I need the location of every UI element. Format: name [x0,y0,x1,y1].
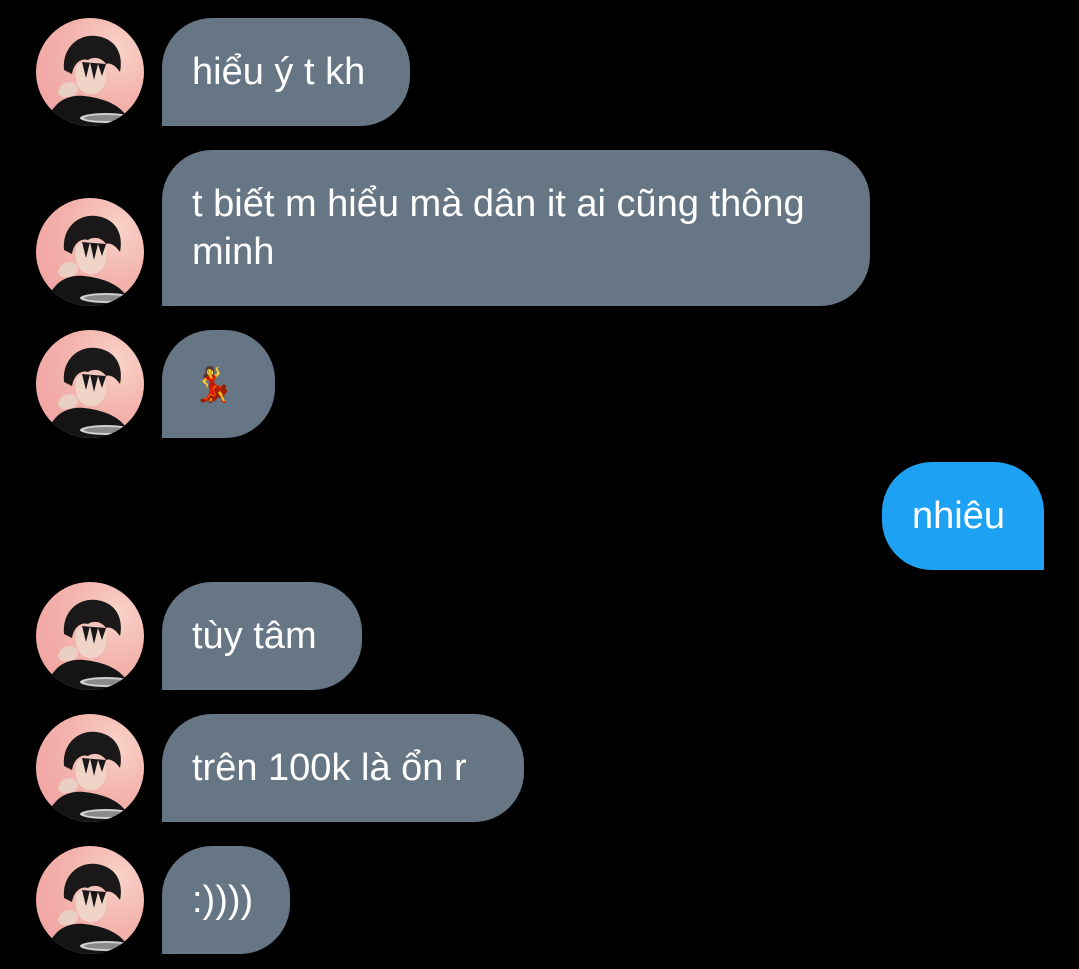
message-bubble-received[interactable]: hiểu ý t kh [162,18,410,126]
contact-avatar[interactable] [36,582,144,690]
message-bubble-received[interactable]: tùy tâm [162,582,362,690]
contact-avatar[interactable] [36,330,144,438]
message-bubble-received[interactable]: t biết m hiểu mà dân it ai cũng thông mi… [162,150,870,306]
message-text: trên 100k là ổn r [192,747,467,789]
message-text: hiểu ý t kh [192,51,366,93]
message-text: t biết m hiểu mà dân it ai cũng thông mi… [192,183,805,273]
message-bubble-received[interactable]: :)))) [162,846,290,954]
contact-avatar[interactable] [36,846,144,954]
message-text: :)))) [192,879,254,921]
contact-avatar[interactable] [36,198,144,306]
message-bubble-received[interactable]: trên 100k là ổn r [162,714,524,822]
contact-avatar[interactable] [36,714,144,822]
message-text: tùy tâm [192,615,317,657]
contact-avatar[interactable] [36,18,144,126]
dancing-woman-emoji-icon: 💃 [192,365,235,405]
message-bubble-received[interactable]: 💃 [162,330,275,438]
message-bubble-sent[interactable]: nhiêu [882,462,1044,570]
message-text: nhiêu [912,495,1005,537]
